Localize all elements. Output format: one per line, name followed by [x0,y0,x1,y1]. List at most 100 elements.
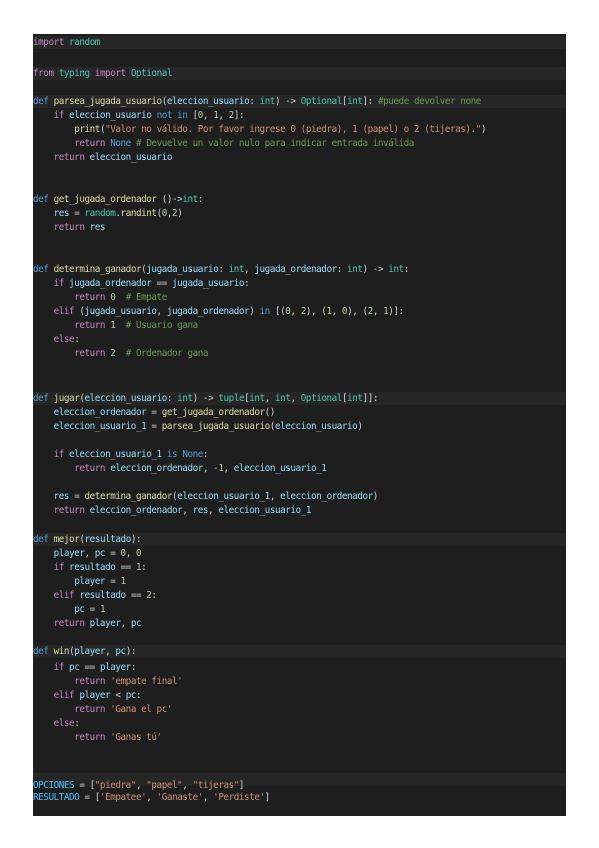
code-line[interactable]: if eleccion_usuario_1 is None: [33,448,566,461]
code-token: ), ( [305,306,327,317]
code-line[interactable]: import random [33,36,566,49]
code-line[interactable]: return eleccion_usuario [33,151,566,164]
code-line[interactable]: return 1 # Usuario gana [33,319,566,332]
code-line[interactable]: if resultado == 1: [33,561,566,574]
code-line[interactable]: player, pc = 0, 0 [33,547,566,560]
code-token: Optional [300,96,343,107]
code-token: , [156,306,167,317]
code-line[interactable] [33,179,566,192]
code-token: ) -> [192,393,219,404]
code-editor[interactable]: import random from typing import Optional… [33,34,566,816]
code-line[interactable]: else: [33,717,566,730]
code-line[interactable]: RESULTADO = ['Empatee', 'Ganaste', 'Perd… [33,791,566,804]
code-token: resultado [84,534,132,545]
code-line[interactable]: def win(player, pc): [33,645,566,658]
code-line[interactable]: player = 1 [33,575,566,588]
code-line[interactable]: return res [33,221,566,234]
code-token: player [99,662,131,673]
code-token: "papel" [146,780,183,791]
code-token: ()-> [156,194,183,205]
code-token: in [177,110,188,121]
code-line[interactable]: def parsea_jugada_usuario(eleccion_usuar… [33,95,566,108]
code-token: ]: [362,96,378,107]
code-line[interactable]: return 'Gana el pc' [33,703,566,716]
code-line[interactable]: return eleccion_ordenador, -1, eleccion_… [33,462,566,475]
code-line[interactable]: return 2 # Ordenador gana [33,347,566,360]
code-line[interactable]: return 0 # Empate [33,291,566,304]
code-token: if [53,562,65,573]
code-token: return [74,348,106,359]
code-line[interactable]: def determina_ganador(jugada_usuario: in… [33,263,566,276]
code-token: eleccion_usuario [89,152,173,163]
code-line[interactable]: return eleccion_ordenador, res, eleccion… [33,504,566,517]
code-line[interactable]: return 'Ganas tú' [33,731,566,744]
code-line[interactable]: else: [33,333,566,346]
code-token: return [74,463,106,474]
code-token: elif [53,690,75,701]
code-token: player [74,646,106,657]
code-line[interactable]: if pc == player: [33,661,566,674]
code-token: eleccion_usuario [69,110,152,121]
code-line[interactable]: def mejor(resultado): [33,533,566,546]
code-token: ) [357,421,363,432]
code-token: ]]: [362,393,379,404]
code-token: = [69,208,85,219]
code-token: , [146,792,157,803]
code-line[interactable]: return 'empate final' [33,675,566,688]
code-token: return [74,732,106,743]
code-token: , [208,505,219,516]
code-line[interactable]: pc = 1 [33,603,566,616]
code-line[interactable] [33,249,566,262]
code-line[interactable]: from typing import Optional [33,67,566,80]
code-token: parsea_jugada_usuario [161,421,271,432]
code-token: print [74,124,100,135]
code-token: : [336,264,348,275]
code-line[interactable] [33,361,566,374]
code-line[interactable] [33,631,566,644]
code-line[interactable]: if eleccion_usuario not in [0, 1, 2]: [33,109,566,122]
code-line[interactable] [33,375,566,388]
code-token: , [182,505,193,516]
code-token: mejor [53,534,80,545]
code-token: , [202,110,214,121]
code-token: 0 [135,548,142,559]
code-line[interactable]: elif player < pc: [33,689,566,702]
code-token: return [53,618,85,629]
code-token: jugada_usuario [84,306,157,317]
code-token: determina_ganador [84,491,173,502]
code-line[interactable]: res = random.randint(0,2) [33,207,566,220]
code-line[interactable]: return player, pc [33,617,566,630]
code-line[interactable] [33,165,566,178]
code-line[interactable]: eleccion_usuario_1 = parsea_jugada_usuar… [33,420,566,433]
code-line[interactable] [33,518,566,531]
code-token: def [33,264,49,275]
code-line[interactable] [33,745,566,758]
code-line[interactable] [33,476,566,489]
code-token: int [275,393,291,404]
code-line[interactable] [33,434,566,447]
code-token: ) -> [362,264,389,275]
code-line[interactable] [33,759,566,772]
code-token: 'Ganas tú' [110,732,162,743]
code-line[interactable]: elif resultado == 2: [33,589,566,602]
code-line[interactable]: res = determina_ganador(eleccion_usuario… [33,490,566,503]
code-line[interactable]: eleccion_ordenador = get_jugada_ordenado… [33,406,566,419]
code-line[interactable] [33,80,566,93]
code-token: 'Gana el pc' [110,704,173,715]
code-line[interactable]: def jugar(eleccion_usuario: int) -> tupl… [33,392,566,405]
code-token: pc [130,618,142,629]
code-line[interactable] [33,235,566,248]
code-line[interactable]: elif (jugada_usuario, jugada_ordenador) … [33,305,566,318]
code-line[interactable] [33,49,566,62]
code-line[interactable]: if jugada_ordenador == jugada_usuario: [33,277,566,290]
code-line[interactable]: def get_jugada_ordenador ()->int: [33,193,566,206]
code-line[interactable]: return None # Devuelve un valor nulo par… [33,137,566,150]
code-line[interactable]: print("Valor no válido. Por favor ingres… [33,123,566,136]
code-token: "Valor no válido. Por favor ingrese 0 (p… [105,124,481,135]
code-token: , [182,780,193,791]
